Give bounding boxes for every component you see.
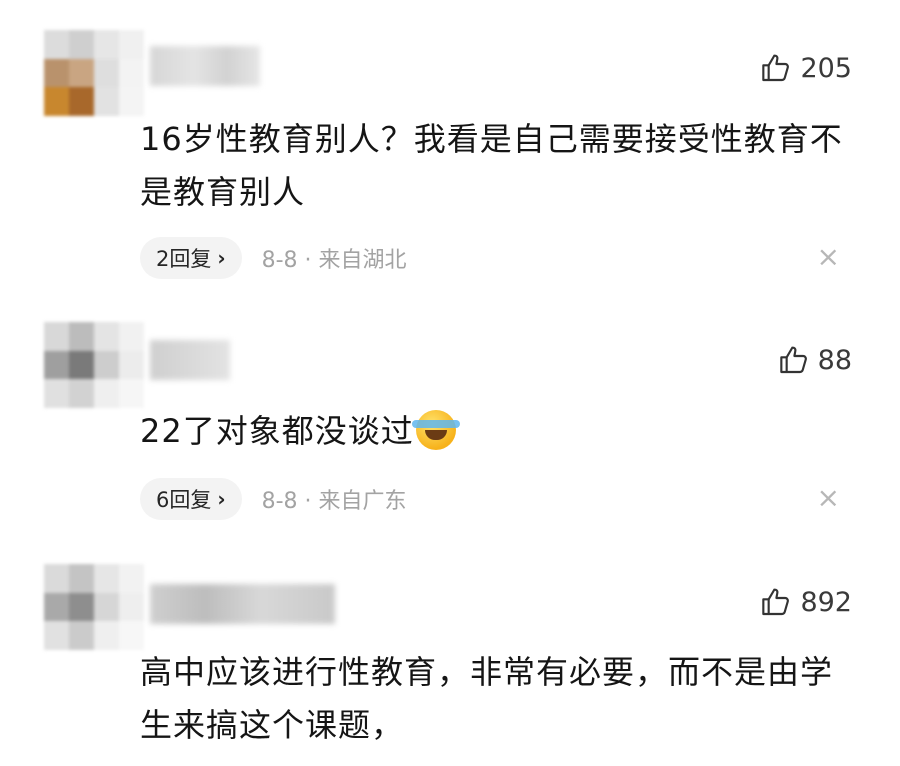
comment-meta: 2回复 › 8-8 · 来自湖北 [140,235,407,281]
replies-label: 6回复 [156,488,212,512]
thumbs-up-icon [779,346,807,374]
chevron-right-icon: › [217,246,226,270]
thumbs-up-icon [762,588,790,616]
comment-text: 22了对象都没谈过 [140,405,860,458]
date-location: 8-8 · 来自广东 [261,489,407,514]
avatar[interactable] [44,30,144,116]
comment-text-body: 22了对象都没谈过 [140,412,414,450]
avatar[interactable] [44,322,144,408]
replies-button[interactable]: 2回复 › [140,237,242,279]
close-icon[interactable]: × [817,240,840,273]
like-count: 88 [817,344,852,376]
avatar[interactable] [44,564,144,650]
like-count: 205 [800,52,852,84]
username-blurred[interactable] [150,584,335,624]
comment-text: 高中应该进行性教育，非常有必要，而不是由学生来搞这个课题， [140,653,834,744]
like-button[interactable]: 205 [760,52,852,84]
comment-meta: 6回复 › 8-8 · 来自广东 [140,476,407,522]
crying-laughing-emoji [411,410,460,450]
username-blurred[interactable] [150,340,230,380]
comment-text: 16岁性教育别人？我看是自己需要接受性教育不是教育别人 [140,120,843,211]
replies-button[interactable]: 6回复 › [140,478,242,520]
like-button[interactable]: 88 [778,344,852,376]
replies-label: 2回复 [156,247,212,271]
date-location: 8-8 · 来自湖北 [261,248,407,273]
chevron-right-icon: › [217,487,226,511]
like-count: 892 [800,586,852,618]
like-button[interactable]: 892 [760,586,852,618]
close-icon[interactable]: × [817,481,840,514]
thumbs-up-icon [762,54,790,82]
username-blurred[interactable] [150,46,260,86]
